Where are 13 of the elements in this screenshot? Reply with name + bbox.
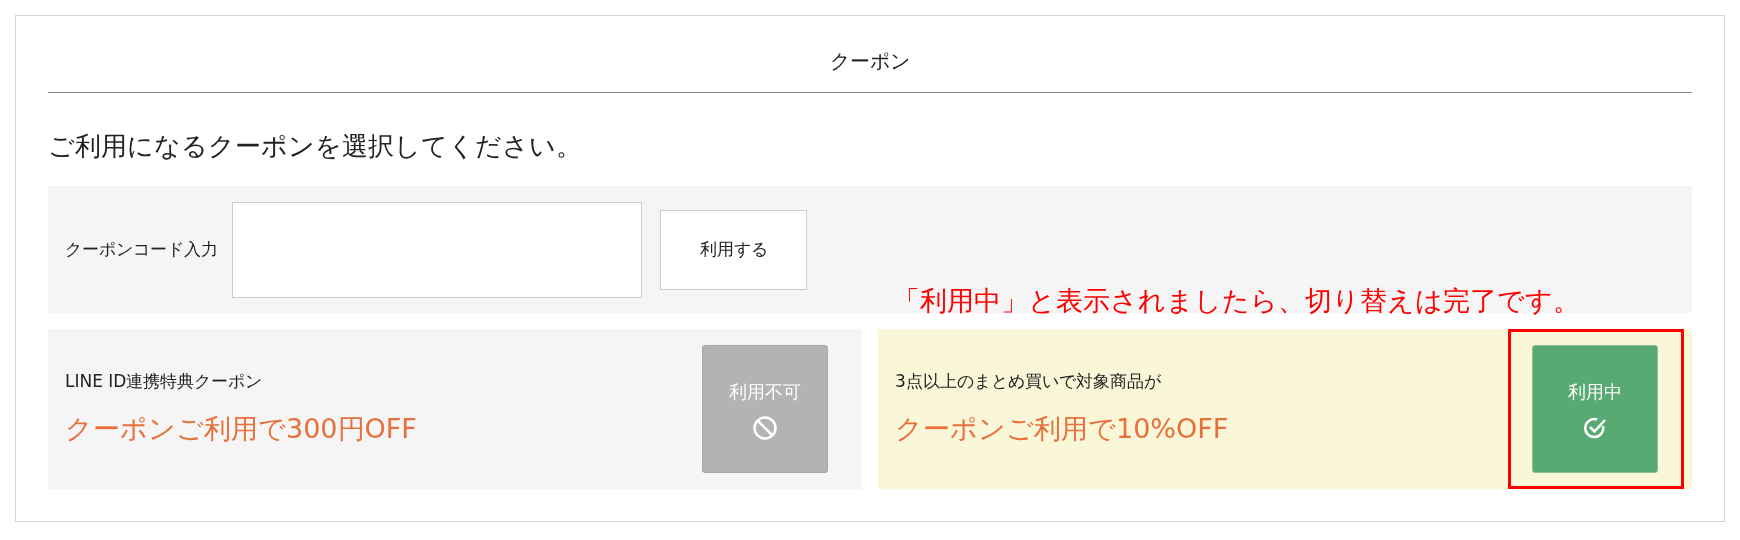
field-label: クーポンコード入力 bbox=[65, 237, 218, 261]
annotation-text: 「利用中」と表示されましたら、切り替えは完了です。 bbox=[893, 284, 1580, 318]
coupon-offer: クーポンご利用で10%OFF bbox=[895, 411, 1229, 446]
instruction-text: ご利用になるクーポンを選択してください。 bbox=[48, 129, 582, 163]
prohibited-icon bbox=[752, 414, 778, 441]
coupon-name: LINE ID連携特典クーポン bbox=[65, 370, 264, 393]
coupon-name: 3点以上のまとめ買いで対象商品が bbox=[895, 370, 1162, 393]
coupon-code-field[interactable] bbox=[232, 201, 642, 298]
unavailable-button[interactable]: 利用不可 bbox=[702, 345, 828, 473]
apply-button[interactable]: 利用する bbox=[660, 209, 807, 290]
section-title: クーポン bbox=[830, 48, 910, 75]
coupon-offer: クーポンご利用で300円OFF bbox=[65, 411, 417, 446]
in-use-button[interactable]: 利用中 bbox=[1532, 345, 1658, 473]
